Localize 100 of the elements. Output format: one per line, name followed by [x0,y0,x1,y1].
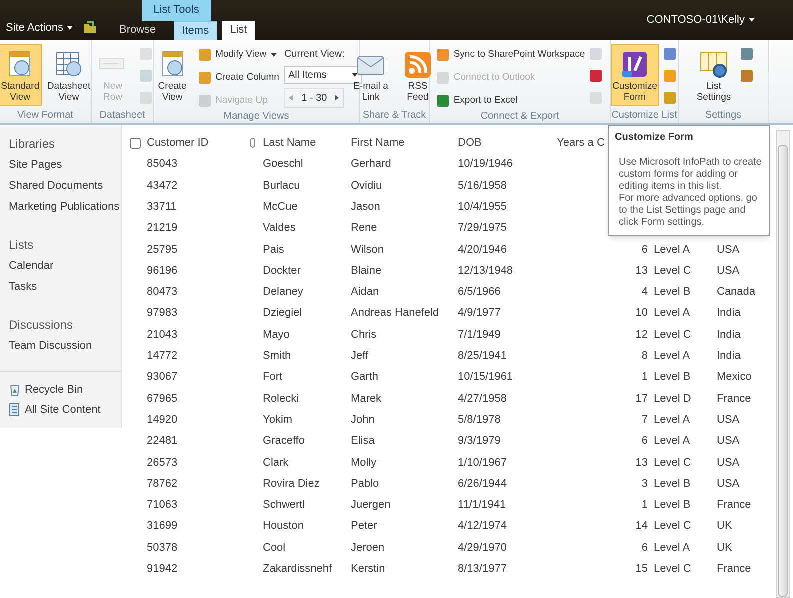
table-cell-text: France [717,562,752,578]
table-cell-text: Aidan [351,285,380,300]
table-cell-text: 10/4/1955 [458,200,508,215]
table-cell-text: 78762 [147,476,179,492]
table-cell-text: Level B [654,498,692,514]
table-cell-text: 5/16/1958 [458,178,508,194]
table-cell-text: 22481 [147,434,179,450]
group-label: Share & Track [362,109,428,123]
table-cell-text: 6 [640,434,648,450]
table-cell-text: 12 [634,328,648,343]
table-cell-text: 4/12/1974 [458,519,508,534]
table-cell-text: 7/29/1975 [458,221,508,236]
table-cell-text: Delaney [263,285,304,300]
table-cell-text: Rene [351,221,378,236]
table-cell-text: 8 [640,349,648,364]
table-cell-text: 1/10/1967 [458,456,508,471]
table-cell-text: Jason [351,200,382,215]
table-cell-text: Rolecki [263,392,300,407]
table-cell-text: Graceffo [263,434,306,450]
table-cell-text: 13 [634,456,648,471]
table-cell-text: Level B [654,370,692,386]
table-cell-text: 9/3/1979 [458,434,502,450]
table-cell-text: 13 [634,264,648,279]
table-cell-text: Mexico [717,370,753,386]
table-cell-text: 3 [640,476,648,492]
table-cell-text: India [717,349,742,364]
table-cell-text: Cool [263,540,287,556]
table-cell-text: 8/13/1977 [458,562,508,578]
table-cell-text: Wilson [351,242,386,258]
table-cell-text: USA [717,412,741,428]
table-cell-text: UK [717,540,734,556]
table-cell-text: 6 [640,242,648,258]
table-cell-text: Dockter [263,264,302,279]
table-cell-text: 1 [640,498,648,514]
table-cell-text: Kerstin [351,562,386,578]
group-label: Manage Views [222,110,290,124]
table-cell-text: 1 [640,370,648,386]
table-cell-text: 8/25/1941 [458,349,508,364]
table-cell-text: 93067 [147,370,179,386]
table-cell-text: Level C [654,456,692,471]
table-cell-text: Canada [717,285,757,300]
tooltip-text: For more advanced options, go to the List Settings page and click Form settings. [618,193,758,229]
table-cell-text: 10/19/1946 [458,157,514,172]
table-cell-text: USA [717,476,741,492]
table-cell-text: Dziegiel [263,306,304,322]
table-cell-text: Level B [654,476,692,492]
table-cell-text: 96196 [147,264,179,279]
table-cell-text: Juergen [351,498,392,514]
table-cell-text: Level C [654,562,692,578]
table-cell-text: 4/27/1958 [458,392,508,407]
table-cell-text: 10/15/1961 [458,370,514,386]
table-cell-text: McCue [263,200,299,215]
table-cell-text: Elisa [351,434,376,450]
table-cell-text: Jeff [351,349,370,364]
table-cell-text: France [717,498,752,514]
table-cell-text: Level B [654,285,692,300]
table-cell-text: 10 [634,306,648,322]
table-cell-text: Yokim [263,412,294,428]
table-cell-text: Marek [351,392,383,407]
table-cell-text: USA [717,242,741,258]
table-cell-text: Gerhard [351,157,392,172]
table-cell-text: John [351,412,376,428]
group-label: Settings [704,109,743,123]
table-cell-text: Level A [654,349,692,364]
table-cell-text: Goeschl [263,157,304,172]
table-cell-text: 26573 [147,456,179,471]
field-label: Current View: [284,48,346,62]
table-cell-text: 17 [634,392,648,407]
contextual-tab-group-label: List Tools [142,0,211,21]
table-cell-text: 80473 [147,285,179,300]
table-cell-text: 15 [634,562,648,578]
table-cell-text: 91942 [147,562,179,578]
table-cell-text: Level D [654,392,692,407]
table-cell-text: Mayo [263,328,291,343]
table-cell-text: Level C [654,264,692,279]
table-cell-text: Level A [654,540,692,556]
table-cell-text: 33711 [147,200,178,215]
table-cell-text: Level A [654,306,692,322]
table-cell-text: India [717,306,742,322]
table-cell-text: UK [717,519,734,534]
table-cell-text: 31699 [147,519,179,534]
table-cell-text: Rovira Diez [263,476,321,492]
table-cell-text: Burlacu [263,178,302,194]
table-cell-text: 6 [640,540,648,556]
table-cell-text: 4/20/1946 [458,242,508,258]
table-cell-text: 4 [640,285,648,300]
table-cell-text: 71063 [147,498,179,514]
table-cell-text: Level A [654,412,692,428]
table-cell-text: Ovidiu [351,178,384,194]
table-cell-text: 11/1/1941 [458,498,508,514]
group-label: Customize List [611,109,678,123]
table-cell-text: 85043 [147,157,179,172]
table-cell-text: Clark [263,456,290,471]
table-cell-text: Houston [263,519,305,534]
group-label: View Format [16,109,74,123]
table-cell-text: Level C [654,328,692,343]
table-cell-text: Level C [654,519,692,534]
table-cell-text: 14772 [147,349,179,364]
table-cell-text: Pais [263,242,286,258]
table-cell-text: 14920 [147,412,179,428]
